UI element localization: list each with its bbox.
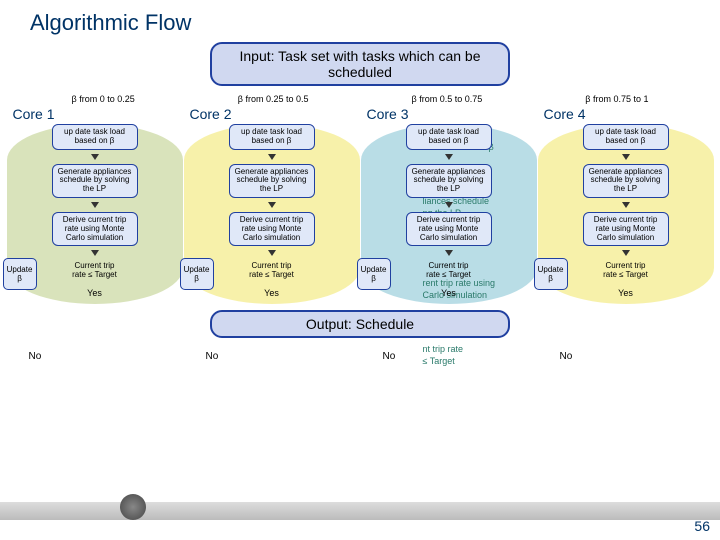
yes-3: Yes bbox=[441, 288, 456, 298]
arrow-icon bbox=[91, 250, 99, 256]
step-lp-2: Generate appliances schedule by solving … bbox=[229, 164, 315, 198]
step-lp-1: Generate appliances schedule by solving … bbox=[52, 164, 138, 198]
update-beta-1: Update β bbox=[3, 258, 37, 290]
yes-1: Yes bbox=[87, 288, 102, 298]
step-load-2: up date task load based on β bbox=[229, 124, 315, 150]
page-number: 56 bbox=[694, 518, 710, 534]
update-beta-4: Update β bbox=[534, 258, 568, 290]
core-4: Core 4 Update β No up date task load bas… bbox=[540, 106, 712, 298]
core-1-label: Core 1 bbox=[9, 106, 181, 122]
core-3: k load based on β liances schedule ng th… bbox=[363, 106, 535, 298]
arrow-icon bbox=[268, 202, 276, 208]
input-box: Input: Task set with tasks which can be … bbox=[210, 42, 510, 86]
step-load-4: up date task load based on β bbox=[583, 124, 669, 150]
step-mc-2: Derive current trip rate using Monte Car… bbox=[229, 212, 315, 246]
footer-bar bbox=[0, 502, 720, 520]
logo-icon bbox=[120, 494, 146, 520]
arrow-icon bbox=[622, 202, 630, 208]
update-beta-2: Update β bbox=[180, 258, 214, 290]
range-2: β from 0.25 to 0.5 bbox=[238, 94, 309, 104]
range-3: β from 0.5 to 0.75 bbox=[412, 94, 483, 104]
yes-2: Yes bbox=[264, 288, 279, 298]
ghost-text: ≤ Target bbox=[423, 356, 455, 366]
core-2-label: Core 2 bbox=[186, 106, 358, 122]
range-1: β from 0 to 0.25 bbox=[72, 94, 135, 104]
arrow-icon bbox=[445, 250, 453, 256]
yes-4: Yes bbox=[618, 288, 633, 298]
arrow-icon bbox=[622, 154, 630, 160]
ghost-text: nt trip rate bbox=[423, 344, 464, 354]
arrow-icon bbox=[91, 202, 99, 208]
step-lp-3: Generate appliances schedule by solving … bbox=[406, 164, 492, 198]
decision-3: Current trip rate ≤ Target bbox=[419, 260, 479, 282]
step-mc-4: Derive current trip rate using Monte Car… bbox=[583, 212, 669, 246]
cores-row: Core 1 Update β No up date task load bas… bbox=[0, 106, 720, 298]
range-4: β from 0.75 to 1 bbox=[585, 94, 648, 104]
no-1: No bbox=[29, 351, 42, 362]
step-load-1: up date task load based on β bbox=[52, 124, 138, 150]
arrow-icon bbox=[445, 202, 453, 208]
beta-ranges: β from 0 to 0.25 β from 0.25 to 0.5 β fr… bbox=[0, 92, 720, 106]
no-3: No bbox=[383, 351, 396, 362]
arrow-icon bbox=[445, 154, 453, 160]
core-1: Core 1 Update β No up date task load bas… bbox=[9, 106, 181, 298]
step-mc-3: Derive current trip rate using Monte Car… bbox=[406, 212, 492, 246]
output-box: Output: Schedule bbox=[210, 310, 510, 338]
update-beta-3: Update β bbox=[357, 258, 391, 290]
arrow-icon bbox=[622, 250, 630, 256]
core-3-label: Core 3 bbox=[363, 106, 535, 122]
core-2: Core 2 Update β No up date task load bas… bbox=[186, 106, 358, 298]
decision-2: Current trip rate ≤ Target bbox=[242, 260, 302, 282]
page-title: Algorithmic Flow bbox=[0, 0, 720, 36]
step-lp-4: Generate appliances schedule by solving … bbox=[583, 164, 669, 198]
step-load-3: up date task load based on β bbox=[406, 124, 492, 150]
decision-1: Current trip rate ≤ Target bbox=[65, 260, 125, 282]
no-4: No bbox=[560, 351, 573, 362]
arrow-icon bbox=[268, 250, 276, 256]
step-mc-1: Derive current trip rate using Monte Car… bbox=[52, 212, 138, 246]
no-2: No bbox=[206, 351, 219, 362]
arrow-icon bbox=[268, 154, 276, 160]
decision-4: Current trip rate ≤ Target bbox=[596, 260, 656, 282]
arrow-icon bbox=[91, 154, 99, 160]
core-4-label: Core 4 bbox=[540, 106, 712, 122]
